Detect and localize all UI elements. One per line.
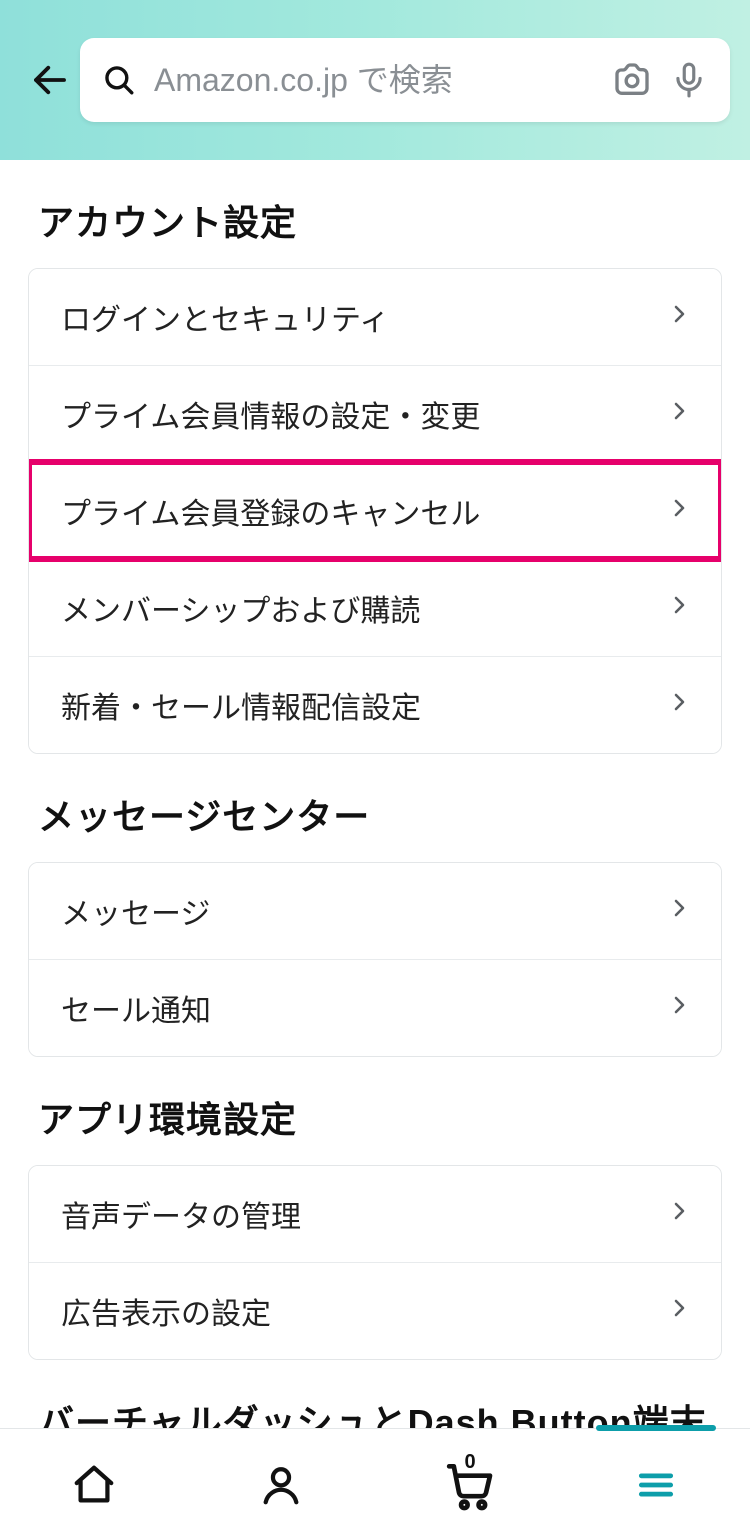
list-item-label: 新着・セール情報配信設定	[61, 683, 421, 727]
list-item-label: ログインとセキュリティ	[61, 295, 389, 339]
section-title-messages: メッセージセンター	[0, 754, 750, 862]
camera-icon	[612, 60, 652, 100]
account-settings-list: ログインとセキュリティ プライム会員情報の設定・変更 プライム会員登録のキャンセ…	[28, 268, 722, 754]
login-security-item[interactable]: ログインとセキュリティ	[29, 269, 721, 365]
nav-menu[interactable]	[563, 1429, 750, 1540]
chevron-right-icon	[667, 300, 691, 334]
app-prefs-list: 音声データの管理 広告表示の設定	[28, 1165, 722, 1360]
search-icon	[102, 63, 136, 97]
ad-settings-item[interactable]: 広告表示の設定	[29, 1262, 721, 1359]
list-item-label: 広告表示の設定	[61, 1289, 271, 1333]
nav-account[interactable]	[188, 1429, 376, 1540]
memberships-item[interactable]: メンバーシップおよび購読	[29, 559, 721, 656]
sale-notifications-item[interactable]: セール通知	[29, 959, 721, 1056]
newsletter-settings-item[interactable]: 新着・セール情報配信設定	[29, 656, 721, 753]
bottom-nav: 0	[0, 1428, 750, 1540]
section-title-dash: バーチャルダッシュとDash Button端末	[0, 1360, 750, 1428]
list-item-label: 音声データの管理	[61, 1192, 301, 1236]
section-title-app-prefs: アプリ環境設定	[0, 1057, 750, 1165]
message-center-list: メッセージ セール通知	[28, 862, 722, 1057]
voice-data-item[interactable]: 音声データの管理	[29, 1166, 721, 1262]
back-button[interactable]	[20, 59, 80, 101]
microphone-icon	[670, 61, 708, 99]
chevron-right-icon	[667, 1294, 691, 1328]
user-icon	[258, 1462, 304, 1508]
menu-icon	[634, 1463, 678, 1507]
list-item-label: セール通知	[61, 986, 211, 1030]
camera-button[interactable]	[612, 60, 652, 100]
nav-cart[interactable]: 0	[375, 1429, 563, 1540]
list-item-label: メンバーシップおよび購読	[61, 586, 420, 630]
voice-button[interactable]	[670, 61, 708, 99]
section-title-account: アカウント設定	[0, 160, 750, 268]
chevron-right-icon	[667, 991, 691, 1025]
messages-item[interactable]: メッセージ	[29, 863, 721, 959]
chevron-right-icon	[667, 494, 691, 528]
nav-home[interactable]	[0, 1429, 188, 1540]
chevron-right-icon	[667, 688, 691, 722]
settings-content: アカウント設定 ログインとセキュリティ プライム会員情報の設定・変更 プライム会…	[0, 160, 750, 1428]
chevron-right-icon	[667, 894, 691, 928]
chevron-right-icon	[667, 591, 691, 625]
list-item-label: メッセージ	[61, 889, 210, 933]
list-item-label: プライム会員登録のキャンセル	[61, 489, 480, 533]
app-header	[0, 0, 750, 160]
search-input[interactable]	[154, 62, 594, 99]
cancel-prime-item[interactable]: プライム会員登録のキャンセル	[29, 462, 721, 559]
list-item-label: プライム会員情報の設定・変更	[61, 392, 480, 436]
active-tab-indicator	[596, 1425, 716, 1431]
chevron-right-icon	[667, 1197, 691, 1231]
chevron-right-icon	[667, 397, 691, 431]
search-bar[interactable]	[80, 38, 730, 122]
cart-badge: 0	[465, 1451, 476, 1474]
back-arrow-icon	[29, 59, 71, 101]
prime-info-item[interactable]: プライム会員情報の設定・変更	[29, 365, 721, 462]
home-icon	[71, 1462, 117, 1508]
